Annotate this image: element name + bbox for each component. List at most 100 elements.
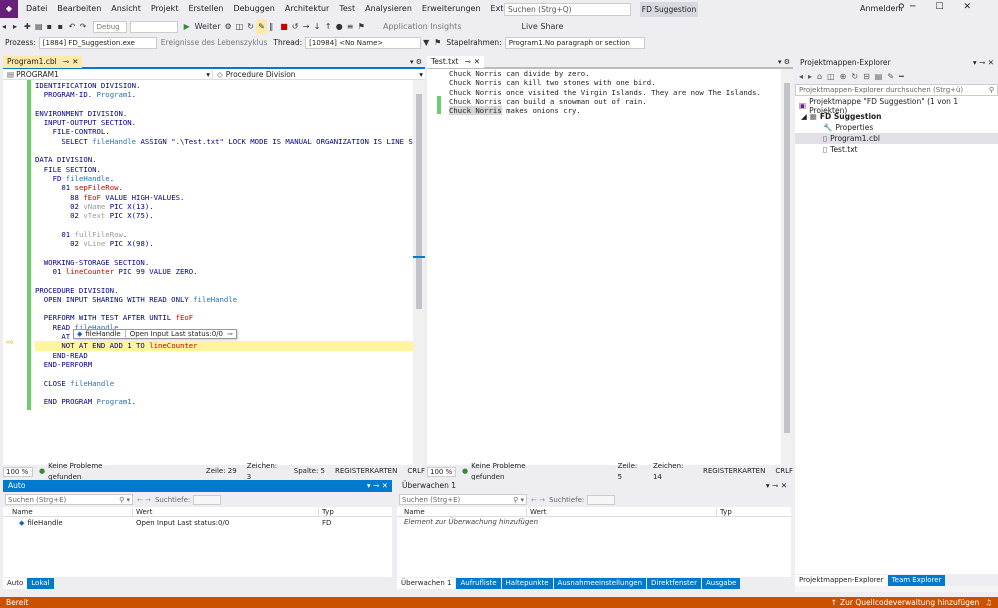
thread-dropdown[interactable]: [10984] <No Name> bbox=[305, 36, 422, 49]
column-value[interactable]: Wert bbox=[527, 507, 717, 516]
menu-item-erstellen[interactable]: Erstellen bbox=[183, 0, 228, 18]
menu-item-datei[interactable]: Datei bbox=[21, 0, 52, 18]
app-insights-button[interactable]: Application Insights bbox=[381, 19, 464, 34]
zoom-dropdown[interactable]: 100 % bbox=[427, 466, 457, 477]
switch-views-icon[interactable]: ◫ bbox=[827, 72, 835, 81]
column-name[interactable]: Name bbox=[397, 507, 527, 516]
redo-icon[interactable]: ↷ bbox=[78, 19, 89, 34]
nav-left-dropdown[interactable]: ▤ PROGRAM1 ▾ bbox=[3, 69, 213, 79]
collapse-icon[interactable]: ⊟ bbox=[863, 72, 870, 81]
forward-icon[interactable]: ▸ bbox=[808, 72, 812, 81]
pin-icon[interactable]: ⊸ bbox=[63, 57, 69, 67]
minimize-icon[interactable]: ─ bbox=[910, 2, 935, 12]
search-icon[interactable]: ⚲ ▾ bbox=[119, 496, 132, 504]
panel-controls-icon[interactable]: ▾ ⊸ ✕ bbox=[766, 480, 791, 492]
tab-auto[interactable]: Auto bbox=[3, 577, 28, 589]
open-icon[interactable]: ▤ bbox=[33, 19, 45, 34]
nav-arrows-icon[interactable]: ← → bbox=[137, 496, 151, 504]
menu-item-architektur[interactable]: Architektur bbox=[280, 0, 334, 18]
glyph-margin[interactable] bbox=[3, 80, 27, 465]
account-icon[interactable]: ⚲ bbox=[898, 3, 905, 13]
tab-ausnahmeeinstellungen[interactable]: Ausnahmeeinstellungen bbox=[553, 577, 647, 589]
step-into-icon[interactable]: ↓ bbox=[312, 19, 323, 34]
undo-icon[interactable]: ↶ bbox=[67, 19, 78, 34]
column-type[interactable]: Typ bbox=[319, 508, 334, 516]
process-dropdown[interactable]: [1884] FD_Suggestion.exe bbox=[38, 36, 157, 49]
watch-search-input[interactable]: Suchen (Strg+E) ⚲ ▾ bbox=[399, 494, 527, 505]
attach-icon[interactable]: ⚙ bbox=[223, 19, 234, 34]
save-all-icon[interactable]: ▪ bbox=[56, 19, 67, 34]
tab-team-explorer[interactable]: Team Explorer bbox=[887, 574, 946, 586]
config-dropdown[interactable]: Debug bbox=[92, 20, 127, 33]
events-label[interactable]: Ereignisse des Lebenszyklus bbox=[157, 38, 271, 47]
pending-changes-icon[interactable]: ⊕ bbox=[840, 72, 847, 81]
add-watch-input[interactable]: Element zur Überwachung hinzufügen bbox=[397, 517, 791, 528]
column-type[interactable]: Typ bbox=[717, 508, 732, 516]
row-value[interactable]: Open Input Last status:0/0 bbox=[133, 519, 319, 527]
bookmark-icon[interactable]: ⚑ bbox=[356, 19, 367, 34]
menu-item-erweiterungen[interactable]: Erweiterungen bbox=[417, 0, 486, 18]
tab-dropdown-icon[interactable]: ▾ ⚙ bbox=[778, 58, 793, 66]
breakpoint-icon[interactable]: ● bbox=[334, 19, 345, 34]
platform-dropdown[interactable] bbox=[129, 20, 178, 33]
show-all-icon[interactable]: ▤ bbox=[875, 72, 883, 81]
tab-direktfenster[interactable]: Direktfenster bbox=[647, 577, 701, 589]
cursor-icon[interactable]: ✎ bbox=[256, 19, 268, 34]
eol-indicator[interactable]: CRLF bbox=[775, 466, 793, 477]
maximize-icon[interactable]: ☐ bbox=[935, 2, 963, 12]
new-item-icon[interactable]: ✚ bbox=[22, 19, 33, 34]
preview-icon[interactable]: ━ bbox=[899, 72, 904, 81]
tab-aufrufliste[interactable]: Aufrufliste bbox=[456, 577, 501, 589]
menu-item-analysieren[interactable]: Analysieren bbox=[360, 0, 417, 18]
hot-reload-icon[interactable]: ↻ bbox=[245, 19, 256, 34]
pause-icon[interactable]: ‖ bbox=[267, 19, 278, 34]
expand-icon[interactable]: ◢ bbox=[801, 112, 807, 121]
vertical-scrollbar[interactable] bbox=[781, 69, 793, 465]
menu-item-projekt[interactable]: Projekt bbox=[146, 0, 184, 18]
tab-überwachen-1[interactable]: Überwachen 1 bbox=[397, 577, 456, 589]
search-icon[interactable]: ⚲ ▾ bbox=[513, 496, 526, 504]
stop-icon[interactable]: ■ bbox=[278, 19, 290, 34]
pin-icon[interactable]: ⊸ bbox=[227, 330, 233, 338]
column-value[interactable]: Wert bbox=[133, 507, 319, 516]
tree-solution[interactable]: ▣ Projektmappe "FD Suggestion" (1 von 1 … bbox=[795, 97, 998, 115]
column-name[interactable]: Name bbox=[3, 507, 133, 516]
pin-icon[interactable]: ⊸ bbox=[464, 56, 470, 68]
continue-button[interactable]: Weiter bbox=[193, 19, 223, 34]
tab-mode-indicator[interactable]: REGISTERKARTEN bbox=[335, 466, 397, 477]
save-icon[interactable]: ▪ bbox=[45, 19, 56, 34]
step-over-icon[interactable]: → bbox=[301, 19, 312, 34]
grid-row[interactable]: ◆ fileHandle Open Input Last status:0/0 … bbox=[3, 517, 392, 528]
properties-icon[interactable]: ✎ bbox=[887, 72, 894, 81]
restart-icon[interactable]: ↺ bbox=[290, 19, 301, 34]
code-area[interactable]: ⇨ IDENTIFICATION DIVISION. PROGRAM-ID. P… bbox=[3, 80, 425, 465]
explorer-search-input[interactable]: Projektmappen-Explorer durchsuchen (Strg… bbox=[795, 84, 998, 96]
depth-dropdown[interactable] bbox=[193, 494, 222, 505]
tab-ausgabe[interactable]: Ausgabe bbox=[701, 577, 741, 589]
menu-item-ansicht[interactable]: Ansicht bbox=[106, 0, 146, 18]
comment-icon[interactable]: ≡ bbox=[345, 19, 356, 34]
search-input[interactable]: Suchen (Strg+Q) bbox=[504, 3, 631, 16]
tab-solution-explorer[interactable]: Projektmappen-Explorer bbox=[795, 574, 888, 586]
continue-icon[interactable]: ▶ bbox=[182, 19, 193, 34]
eol-indicator[interactable]: CRLF bbox=[407, 466, 425, 477]
tree-item-program1[interactable]: ▯ Program1.cbl bbox=[795, 133, 998, 144]
tab-dropdown-icon[interactable]: ▾ ⚙ bbox=[410, 58, 425, 66]
stack-dropdown[interactable]: Program1.No paragraph or section bbox=[504, 36, 645, 49]
flag-icon[interactable]: ⚑ bbox=[432, 35, 443, 50]
back-icon[interactable]: ◂ bbox=[799, 72, 803, 81]
tab-program1[interactable]: Program1.cbl ⊸ ✕ bbox=[3, 56, 83, 68]
back-icon[interactable]: ◂ bbox=[0, 19, 11, 34]
add-to-source-control[interactable]: Zur Quellcodeverwaltung hinzufügen bbox=[840, 597, 979, 608]
forward-icon[interactable]: ▸ bbox=[11, 19, 22, 34]
menu-item-test[interactable]: Test bbox=[334, 0, 360, 18]
home-icon[interactable]: ⌂ bbox=[817, 72, 822, 81]
menu-item-debuggen[interactable]: Debuggen bbox=[228, 0, 279, 18]
zoom-dropdown[interactable]: 100 % bbox=[3, 466, 33, 477]
tree-item-properties[interactable]: 🔧 Properties bbox=[795, 122, 998, 133]
search-icon[interactable]: ⚲ bbox=[989, 86, 997, 94]
menu-item-bearbeiten[interactable]: Bearbeiten bbox=[52, 0, 106, 18]
close-icon[interactable]: ✕ bbox=[964, 2, 992, 12]
screenshot-icon[interactable]: ◫ bbox=[234, 19, 246, 34]
tab-locals[interactable]: Lokal bbox=[27, 577, 54, 589]
